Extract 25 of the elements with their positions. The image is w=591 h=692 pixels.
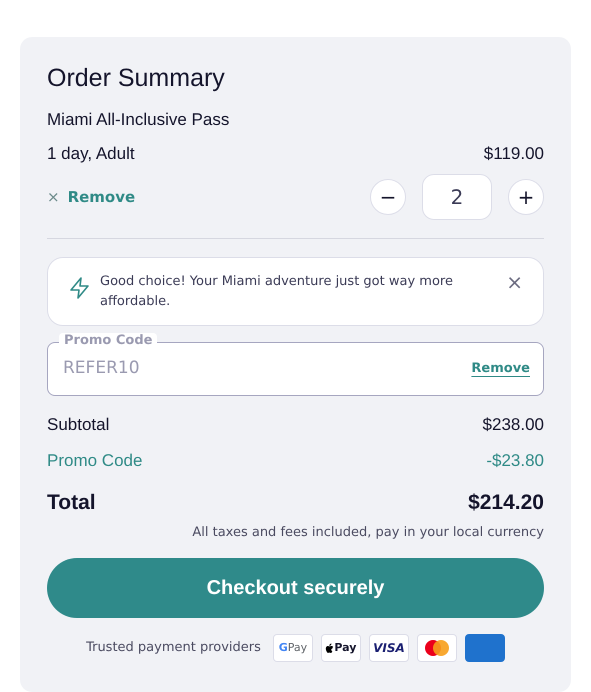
product-name: Miami All-Inclusive Pass (47, 109, 230, 131)
apple-pay-logo: Pay (320, 634, 361, 662)
increment-button[interactable]: + (508, 179, 544, 215)
totals-label: Promo Code (47, 450, 142, 472)
totals-label: Total (47, 490, 96, 516)
totals-value: $238.00 (482, 414, 544, 436)
totals-label: Subtotal (47, 414, 110, 436)
remove-link[interactable]: × Remove (47, 186, 136, 208)
totals-value: -$23.80 (486, 450, 544, 472)
card-logo (464, 634, 505, 662)
totals-value: $214.20 (468, 490, 544, 516)
close-button[interactable]: × (506, 272, 523, 292)
quantity-field[interactable]: 2 (422, 174, 492, 220)
payments-label: Trusted payment providers (86, 639, 261, 658)
product-price: $119.00 (484, 142, 544, 164)
checkout-button[interactable]: Checkout securely (47, 558, 544, 618)
close-icon: × (47, 186, 60, 208)
gpay-logo: GPay (272, 634, 313, 662)
tax-note: All taxes and fees included, pay in your local currency (191, 524, 544, 542)
notice-text: Good choice! Your Miami adventure just got way more affordable. (100, 273, 454, 310)
product-variant: 1 day, Adult (47, 142, 135, 164)
decrement-button[interactable]: − (370, 179, 406, 215)
visa-logo: VISA (368, 634, 409, 662)
mastercard-logo (416, 634, 457, 662)
order-summary-title: Order Summary (47, 63, 226, 93)
